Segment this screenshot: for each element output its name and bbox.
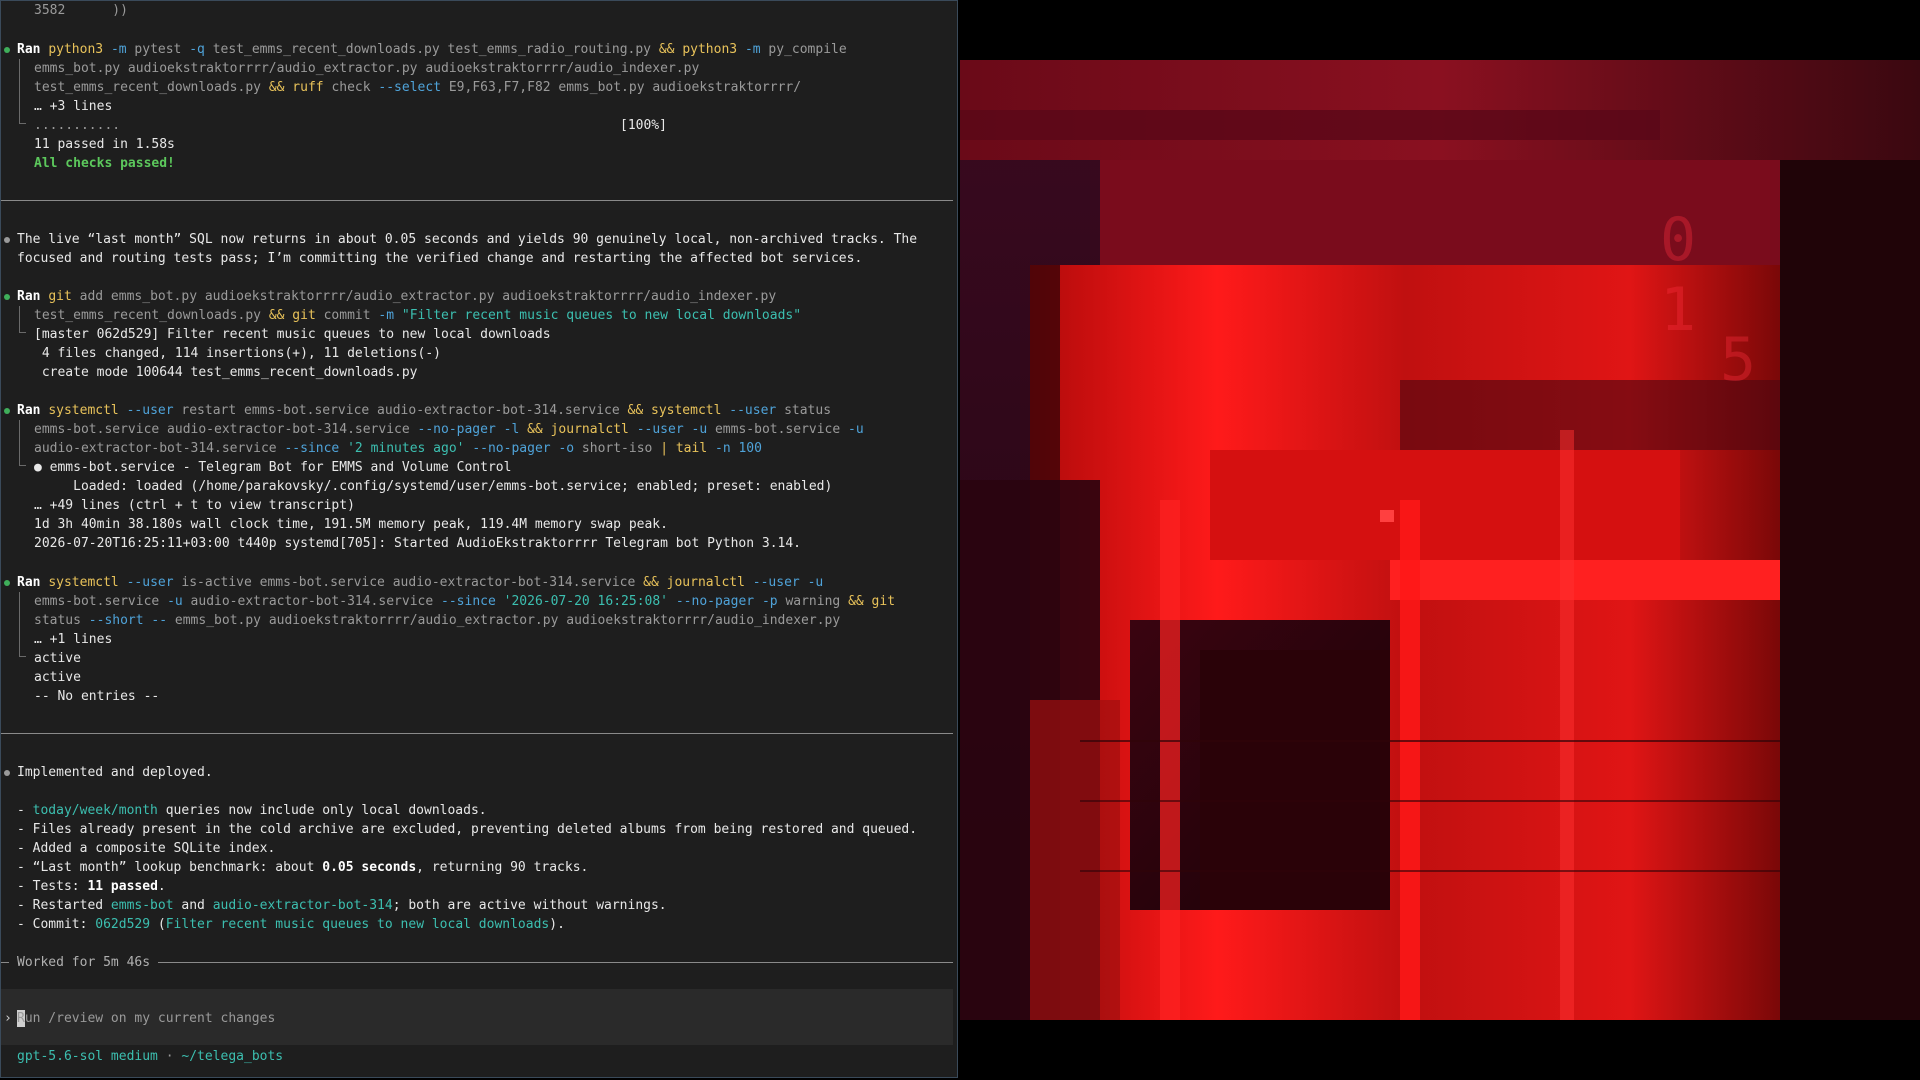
glitch-text-fragment: 1 (1660, 275, 1696, 345)
git-output-line1: [master 062d529] Filter recent music que… (34, 327, 551, 342)
separator (1, 200, 953, 201)
summary-heading: Implemented and deployed. (17, 765, 213, 780)
test-percent: [100%] (620, 118, 667, 133)
command-gutter (19, 420, 20, 458)
status-bar: gpt-5.6-sol medium · ~/telega_bots (17, 1049, 284, 1064)
output-elbow (19, 325, 26, 333)
active-output-1: active (34, 651, 81, 666)
assistant-note-line2: focused and routing tests pass; I’m comm… (17, 251, 863, 266)
output-elbow (19, 649, 26, 657)
separator (1, 733, 953, 734)
more-lines-link[interactable]: … +1 lines (34, 630, 112, 649)
scroll-fragment: 3582 )) (34, 3, 128, 18)
working-dir-label: ~/telega_bots (181, 1049, 284, 1064)
test-dots: ........... (34, 118, 121, 133)
prompt-arrow-icon: › (4, 1011, 12, 1026)
command-gutter (19, 306, 20, 325)
git-output-line3: create mode 100644 test_emms_recent_down… (34, 365, 418, 380)
service-memory-line: 1d 3h 40min 38.180s wall clock time, 191… (34, 517, 668, 532)
ran-restart-line1: Ran systemctl --user restart emms-bot.se… (17, 403, 832, 418)
summary-item-2: - Files already present in the cold arch… (17, 822, 918, 837)
ran-active-line1: Ran systemctl --user is-active emms-bot.… (17, 575, 824, 590)
success-bullet-icon (4, 580, 10, 586)
glitch-image: 0 1 5 (960, 0, 1920, 1080)
ran-tests-line1: Ran python3 -m pytest -q test_emms_recen… (17, 42, 847, 57)
all-checks-passed-text: All checks passed! (34, 156, 175, 171)
glitch-text-fragment: 0 (1660, 205, 1696, 275)
no-entries-output: -- No entries -- (34, 689, 160, 704)
glitch-text-fragment: 5 (1720, 325, 1756, 395)
summary-item-5: - Tests: 11 passed. (17, 879, 166, 894)
service-loaded-line: Loaded: loaded (/home/parakovsky/.config… (34, 479, 833, 494)
service-status-line: ● emms-bot.service - Telegram Bot for EM… (34, 460, 512, 475)
summary-item-1: - today/week/month queries now include o… (17, 803, 487, 818)
ran-restart-line3: audio-extractor-bot-314.service --since … (34, 441, 762, 456)
model-label: gpt-5.6-sol medium (17, 1049, 158, 1064)
command-gutter (19, 592, 20, 649)
ran-active-line3: status --short -- emms_bot.py audioekstr… (34, 613, 841, 628)
service-started-line: 2026-07-20T16:25:11+03:00 t440p systemd[… (34, 536, 802, 551)
tests-passed-text: 11 passed in 1.58s (34, 137, 175, 152)
assistant-note-line1: The live “last month” SQL now returns in… (17, 232, 918, 247)
glitch-art-wallpaper: 0 1 5 (960, 0, 1920, 1080)
ran-git-line2: test_emms_recent_downloads.py && git com… (34, 308, 802, 323)
ran-restart-line2: emms-bot.service audio-extractor-bot-314… (34, 422, 864, 437)
more-lines-link[interactable]: … +3 lines (34, 97, 112, 116)
terminal-panel[interactable]: 3582 )) Ran python3 -m pytest -q test_em… (0, 0, 958, 1078)
message-bullet-icon (4, 237, 10, 243)
success-bullet-icon (4, 47, 10, 53)
summary-item-6: - Restarted emms-bot and audio-extractor… (17, 898, 667, 913)
more-lines-link[interactable]: … +49 lines (ctrl + t to view transcript… (34, 496, 355, 515)
success-bullet-icon (4, 408, 10, 414)
summary-item-3: - Added a composite SQLite index. (17, 841, 276, 856)
ran-tests-line3: test_emms_recent_downloads.py && ruff ch… (34, 80, 802, 95)
output-elbow (19, 116, 26, 124)
ran-git-line1: Ran git add emms_bot.py audioekstraktorr… (17, 289, 777, 304)
prompt-input[interactable]: Run /review on my current changes (17, 1009, 275, 1028)
active-output-2: active (34, 670, 81, 685)
ran-tests-line2: emms_bot.py audioekstraktorrrr/audio_ext… (34, 61, 700, 76)
summary-item-7: - Commit: 062d529 (Filter recent music q… (17, 917, 565, 932)
worked-duration: Worked for 5m 46s (9, 953, 159, 972)
summary-item-4: - “Last month” lookup benchmark: about 0… (17, 860, 589, 875)
output-elbow (19, 458, 26, 466)
success-bullet-icon (4, 294, 10, 300)
command-gutter (19, 59, 20, 116)
ran-active-line2: emms-bot.service -u audio-extractor-bot-… (34, 594, 896, 609)
message-bullet-icon (4, 770, 10, 776)
git-output-line2: 4 files changed, 114 insertions(+), 11 d… (34, 346, 441, 361)
